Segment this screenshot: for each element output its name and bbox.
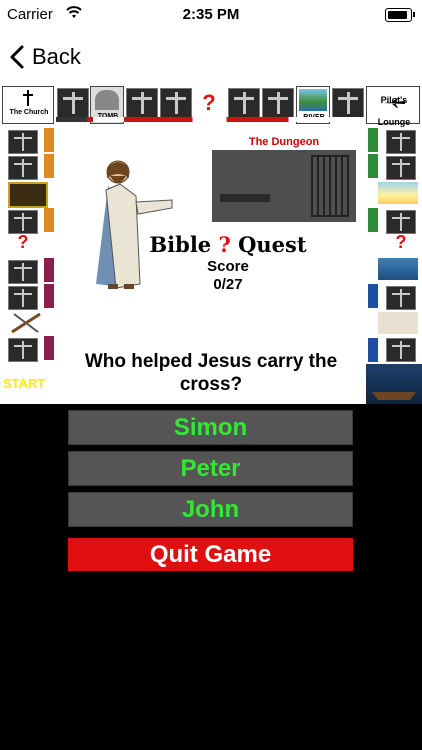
game-title-right: Quest bbox=[238, 232, 307, 257]
chevron-left-icon bbox=[10, 45, 24, 69]
cross-square bbox=[8, 130, 38, 154]
cross-square bbox=[386, 338, 416, 362]
crossed-tools-square bbox=[8, 312, 44, 334]
cross-square bbox=[8, 260, 38, 284]
dungeon-title: The Dungeon bbox=[248, 136, 320, 148]
square-strip bbox=[44, 208, 54, 232]
cross-square bbox=[386, 286, 416, 310]
jesus-illustration bbox=[80, 156, 176, 296]
start-label: START bbox=[3, 376, 46, 391]
answer-button[interactable]: John bbox=[68, 492, 353, 527]
dungeon-image bbox=[212, 150, 356, 222]
game-title-question-mark: ? bbox=[218, 232, 231, 257]
game-title-left: Bible bbox=[149, 232, 212, 257]
square-strip bbox=[368, 208, 378, 232]
prophet-square bbox=[378, 312, 418, 334]
cross-square bbox=[8, 338, 38, 362]
cross-square bbox=[262, 88, 294, 118]
pilots-lounge-label: Pilot's Lounge bbox=[377, 95, 411, 127]
cross-square bbox=[57, 88, 89, 118]
square-strip bbox=[368, 284, 378, 308]
cross-square bbox=[386, 130, 416, 154]
cross-square bbox=[8, 156, 38, 180]
back-button[interactable]: Back bbox=[10, 41, 81, 73]
question-square: ? bbox=[395, 232, 407, 252]
question-text: Who helped Jesus carry the cross? bbox=[84, 351, 338, 395]
church-square: The Church bbox=[2, 86, 54, 124]
square-strip bbox=[44, 284, 54, 308]
cross-square bbox=[8, 286, 38, 310]
sea-square bbox=[378, 258, 418, 280]
square-strip bbox=[368, 338, 378, 362]
game-title: Bible ? Quest bbox=[128, 232, 328, 257]
question-square: ? bbox=[17, 232, 29, 252]
cross-square bbox=[228, 88, 260, 118]
navigation-bar: Back bbox=[0, 30, 422, 86]
bible-book-square bbox=[8, 182, 48, 208]
ark-square bbox=[366, 364, 422, 404]
square-strip bbox=[44, 258, 54, 282]
question-square: ? bbox=[202, 90, 216, 115]
cross-square bbox=[8, 210, 38, 234]
answer-button[interactable]: Peter bbox=[68, 451, 353, 486]
square-strip bbox=[44, 154, 54, 178]
board-center: The Dungeon Bible ? Quest Score 0/27 Who… bbox=[56, 124, 366, 404]
airplane-icon bbox=[383, 98, 405, 108]
tomb-image bbox=[95, 90, 119, 110]
square-strip bbox=[44, 336, 54, 360]
dungeon-panel: The Dungeon bbox=[212, 136, 356, 226]
river-image bbox=[299, 89, 327, 111]
square-strip bbox=[368, 154, 378, 178]
cross-square bbox=[332, 88, 364, 118]
church-label: The Church bbox=[9, 109, 49, 116]
cross-square bbox=[126, 88, 158, 118]
quit-game-button[interactable]: Quit Game bbox=[68, 538, 353, 571]
clock: 2:35 PM bbox=[182, 6, 240, 23]
battery-icon bbox=[385, 8, 415, 22]
score-value: 0/27 bbox=[213, 276, 243, 293]
square-strip bbox=[44, 128, 54, 152]
sunrise-square bbox=[378, 182, 418, 204]
answer-button[interactable]: Simon bbox=[68, 410, 353, 445]
church-cross-icon bbox=[23, 90, 33, 106]
back-label: Back bbox=[32, 44, 81, 69]
cross-square bbox=[386, 210, 416, 234]
status-bar: Carrier 2:35 PM bbox=[0, 0, 422, 30]
top-row-strip bbox=[56, 117, 366, 122]
cross-square bbox=[160, 88, 192, 118]
score-label: Score bbox=[207, 258, 249, 275]
cross-square bbox=[386, 156, 416, 180]
game-board: The Church TOMB ? RIVER Pilot's Lounge ?… bbox=[0, 86, 422, 404]
square-strip bbox=[368, 128, 378, 152]
pilots-lounge-square: Pilot's Lounge bbox=[366, 86, 420, 127]
